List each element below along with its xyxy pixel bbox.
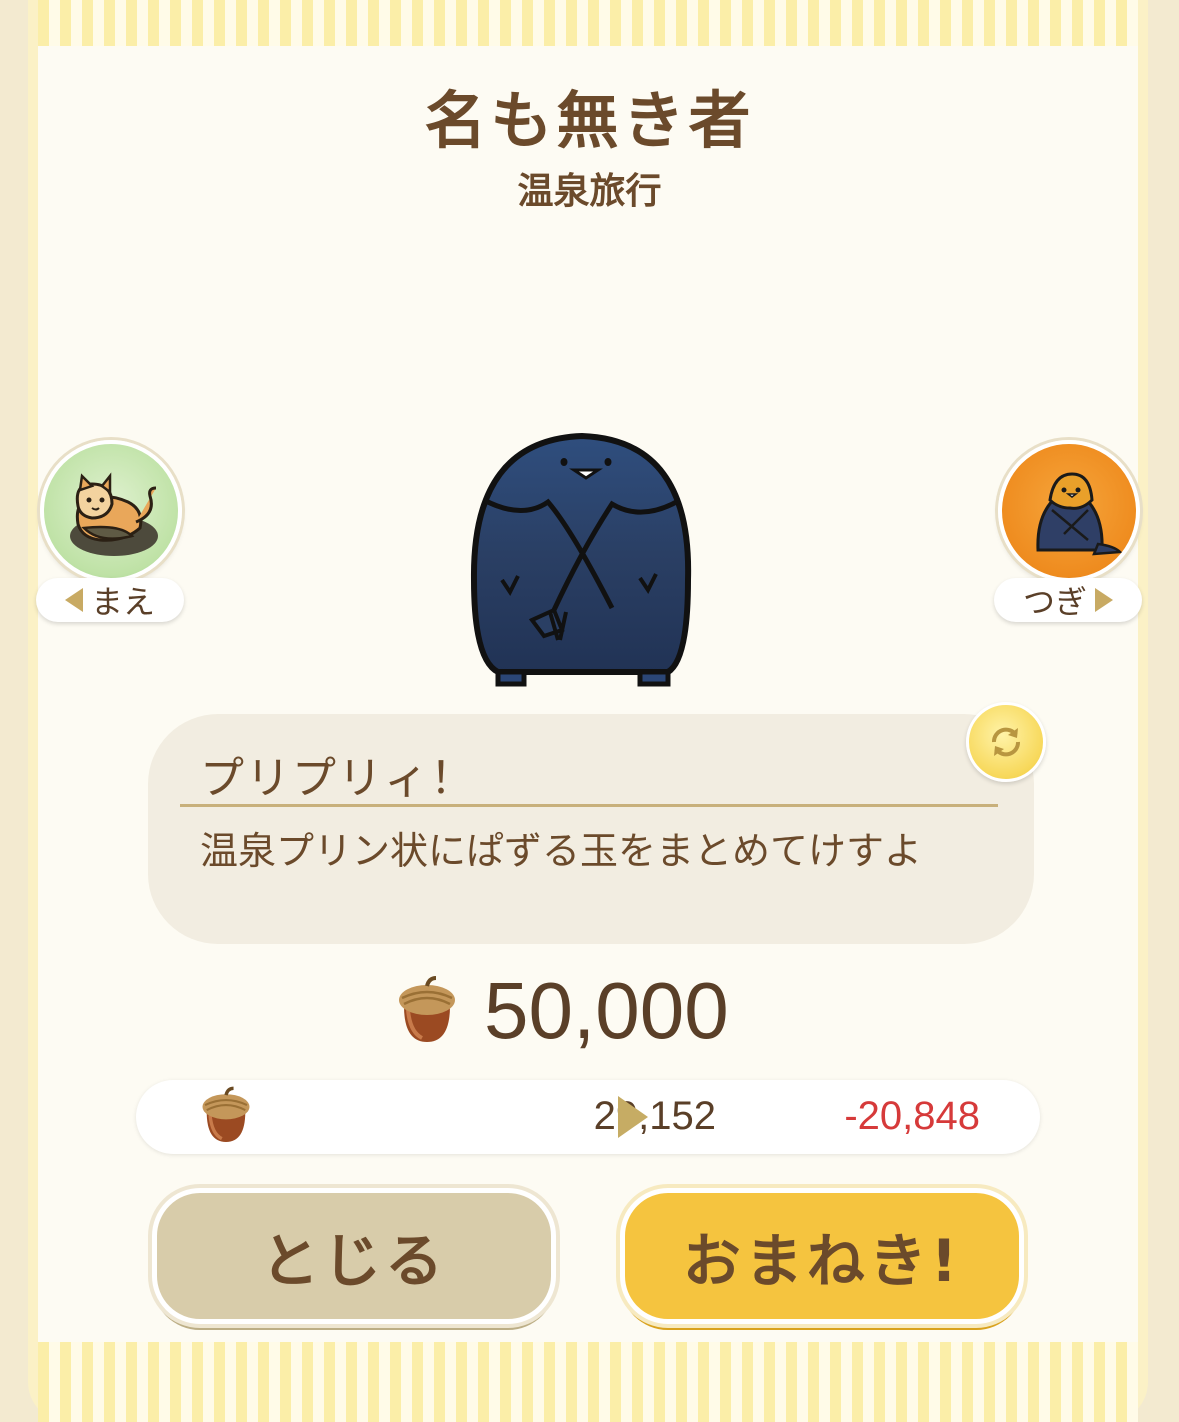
skill-name: プリプリィ！ bbox=[200, 753, 476, 804]
invite-button[interactable]: おまねき! bbox=[620, 1188, 1024, 1324]
divider bbox=[180, 804, 998, 807]
arrow-right-icon bbox=[618, 1096, 648, 1138]
next-character-button[interactable]: つぎ bbox=[994, 436, 1144, 626]
refresh-button[interactable] bbox=[966, 702, 1046, 782]
character-category: 温泉旅行 bbox=[517, 171, 662, 212]
arrow-right-icon bbox=[1095, 588, 1113, 612]
price-display: 50,000 bbox=[396, 966, 729, 1056]
character-illustration bbox=[470, 432, 692, 687]
skill-description-box: プリプリィ！ 温泉プリン状にぱずる玉をまとめてけすよ bbox=[148, 714, 1034, 944]
prev-character-thumbnail bbox=[40, 440, 182, 582]
next-character-thumbnail bbox=[998, 440, 1140, 582]
acorn-icon bbox=[202, 1086, 250, 1142]
acorn-icon bbox=[399, 976, 455, 1042]
shiba-dog-icon bbox=[70, 472, 158, 556]
character-name: 名も無き者 bbox=[424, 84, 755, 157]
skill-description: 温泉プリン状にぱずる玉をまとめてけすよ bbox=[200, 829, 923, 873]
top-stripe-border bbox=[38, 0, 1138, 46]
balance-after-purchase: -20,848 bbox=[844, 1094, 980, 1138]
balance-bar: 29,152 -20,848 bbox=[136, 1080, 1040, 1154]
prev-label-text: まえ bbox=[90, 583, 155, 621]
next-label-text: つぎ bbox=[1022, 583, 1087, 621]
refresh-icon bbox=[991, 727, 1021, 757]
current-balance: 29,152 bbox=[593, 1094, 716, 1138]
arrow-left-icon bbox=[64, 588, 83, 612]
next-label: つぎ bbox=[994, 578, 1142, 622]
price-value: 50,000 bbox=[484, 966, 729, 1055]
close-button[interactable]: とじる bbox=[152, 1188, 556, 1324]
prev-label: まえ bbox=[36, 578, 184, 622]
bottom-stripe-border bbox=[38, 1342, 1138, 1422]
robed-character-icon bbox=[1036, 472, 1123, 556]
prev-character-button[interactable]: まえ bbox=[36, 436, 186, 626]
